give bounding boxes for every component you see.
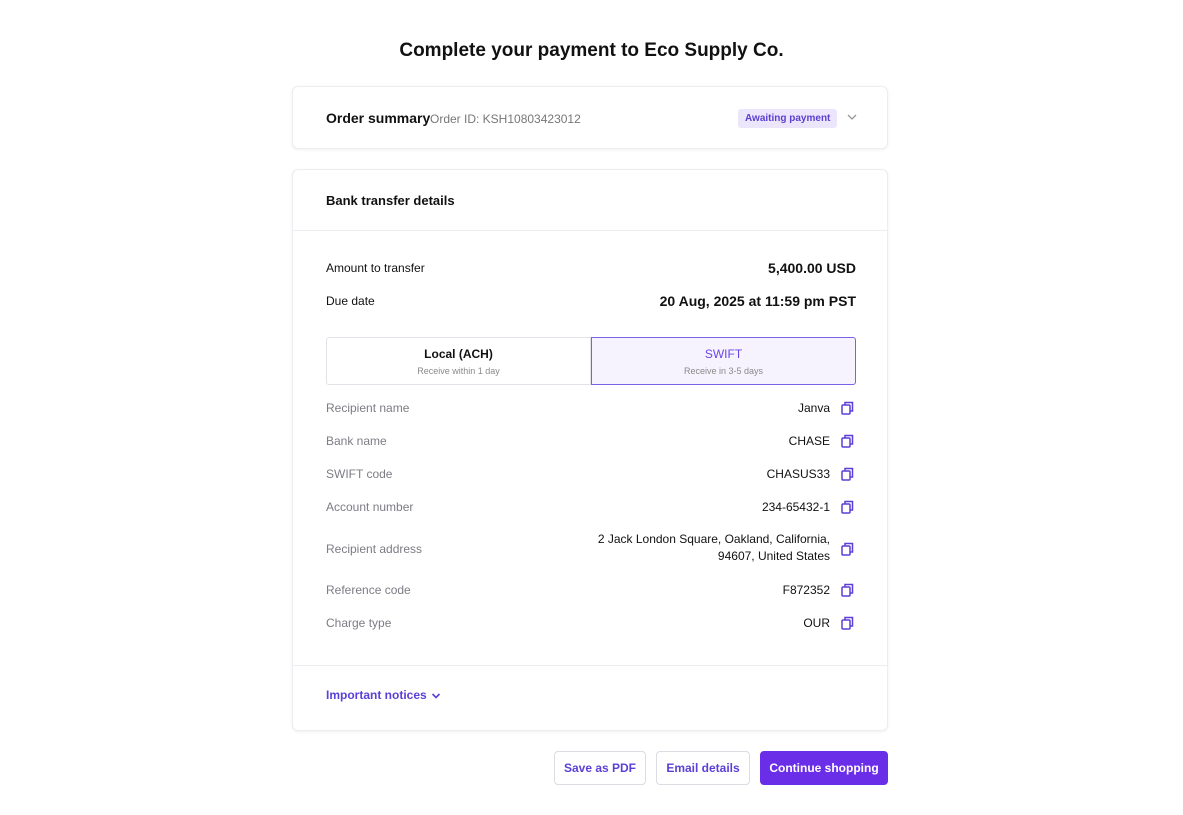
detail-row-account-number: Account number 234-65432-1 <box>326 499 856 515</box>
continue-shopping-button[interactable]: Continue shopping <box>760 751 888 785</box>
important-notices-label: Important notices <box>326 688 427 702</box>
chevron-down-icon <box>431 693 440 699</box>
detail-value: CHASE <box>788 434 830 448</box>
email-details-button[interactable]: Email details <box>656 751 750 785</box>
chevron-down-icon[interactable] <box>846 111 858 123</box>
detail-label: SWIFT code <box>326 467 393 481</box>
detail-row-bank-name: Bank name CHASE <box>326 433 856 449</box>
address-line-1: 2 Jack London Square, Oakland, Californi… <box>597 532 830 546</box>
detail-value: 2 Jack London Square, Oakland, Californi… <box>598 531 830 565</box>
tab-swift[interactable]: SWIFT Receive in 3-5 days <box>591 337 856 385</box>
transfer-method-tabs: Local (ACH) Receive within 1 day SWIFT R… <box>326 337 856 385</box>
tab-local-ach[interactable]: Local (ACH) Receive within 1 day <box>326 337 591 385</box>
copy-icon[interactable] <box>841 500 854 514</box>
copy-icon[interactable] <box>841 583 854 597</box>
detail-row-charge-type: Charge type OUR <box>326 615 856 631</box>
detail-value: OUR <box>803 616 830 630</box>
detail-label: Bank name <box>326 434 387 448</box>
copy-icon[interactable] <box>841 401 854 415</box>
detail-label: Recipient name <box>326 401 410 415</box>
copy-icon[interactable] <box>841 434 854 448</box>
detail-label: Account number <box>326 500 414 514</box>
detail-label: Reference code <box>326 583 411 597</box>
due-date-label: Due date <box>326 294 375 308</box>
tab-subtext: Receive within 1 day <box>417 366 500 376</box>
due-date-row: Due date 20 Aug, 2025 at 11:59 pm PST <box>326 293 856 311</box>
detail-label: Recipient address <box>326 542 423 556</box>
amount-row: Amount to transfer 5,400.00 USD <box>326 260 856 278</box>
important-notices-toggle[interactable]: Important notices <box>326 688 441 702</box>
order-summary-title: Order summary <box>326 110 431 126</box>
amount-value: 5,400.00 USD <box>768 260 856 276</box>
detail-value: Janva <box>797 401 830 415</box>
due-date-value: 20 Aug, 2025 at 11:59 pm PST <box>659 293 856 309</box>
bank-transfer-title: Bank transfer details <box>326 193 455 208</box>
divider <box>293 665 887 666</box>
detail-row-swift-code: SWIFT code CHASUS33 <box>326 466 856 482</box>
detail-row-reference-code: Reference code F872352 <box>326 582 856 598</box>
detail-row-recipient-address: Recipient address 2 Jack London Square, … <box>326 531 856 567</box>
detail-value: F872352 <box>782 583 830 597</box>
page-title: Complete your payment to Eco Supply Co. <box>399 40 784 61</box>
tab-subtext: Receive in 3-5 days <box>683 366 764 376</box>
order-summary-card[interactable]: Order summary Order ID: KSH10803423012 A… <box>292 86 888 149</box>
detail-value: CHASUS33 <box>766 467 830 481</box>
detail-label: Charge type <box>326 616 392 630</box>
bank-transfer-header: Bank transfer details <box>293 170 887 231</box>
detail-row-recipient-name: Recipient name Janva <box>326 400 856 416</box>
detail-value: 234-65432-1 <box>761 500 830 514</box>
amount-label: Amount to transfer <box>326 261 425 275</box>
status-badge: Awaiting payment <box>738 109 838 128</box>
copy-icon[interactable] <box>841 542 854 556</box>
copy-icon[interactable] <box>841 467 854 481</box>
order-id: Order ID: KSH10803423012 <box>430 112 581 126</box>
address-line-2: 94607, United States <box>717 549 830 563</box>
tab-label: Local (ACH) <box>424 347 493 361</box>
tab-label: SWIFT <box>704 347 743 361</box>
save-as-pdf-button[interactable]: Save as PDF <box>554 751 646 785</box>
bank-transfer-card: Bank transfer details Amount to transfer… <box>292 169 888 731</box>
copy-icon[interactable] <box>841 616 854 630</box>
